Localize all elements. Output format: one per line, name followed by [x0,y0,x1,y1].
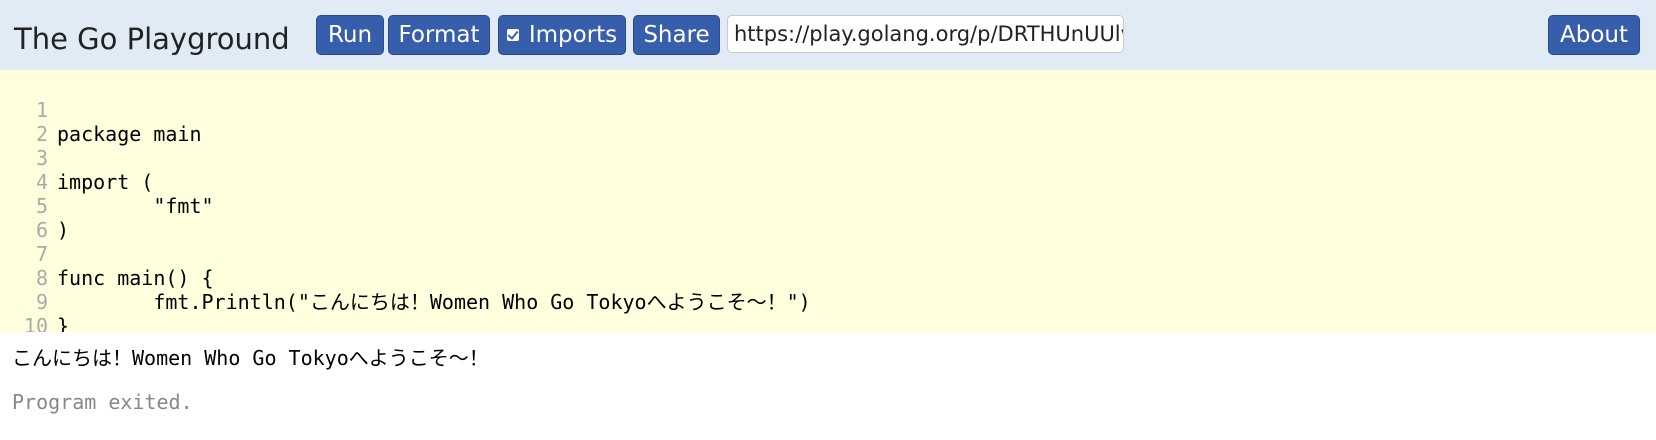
line-number: 10 [23,314,48,332]
code-line: 3 import ( [0,122,153,194]
code-text[interactable]: package main [57,122,202,146]
code-line: 6 [0,194,48,242]
code-text[interactable]: "fmt" [57,194,213,218]
imports-checkbox[interactable] [506,29,519,41]
program-output: こんにちは！Women Who Go Tokyoへようこそ～！ [12,346,489,370]
code-text[interactable]: func main() { [57,266,214,290]
format-button[interactable]: Format [388,15,490,55]
code-line: 5 ) [0,170,69,242]
run-button[interactable]: Run [316,15,384,55]
code-line: 7 func main() { [0,218,214,290]
share-url-field[interactable]: https://play.golang.org/p/DRTHUnUUlv [727,15,1124,53]
header-bar: The Go Playground Run Format Imports Sha… [0,0,1656,70]
output-panel: こんにちは！Women Who Go Tokyoへようこそ～！ Program … [0,332,1656,440]
code-text[interactable]: import ( [57,170,153,194]
code-line: 9 } [0,266,69,332]
code-line: 10 [0,290,48,332]
code-line: 4 "fmt" [0,146,214,218]
program-status: Program exited. [12,390,193,414]
code-text[interactable]: ) [57,218,69,242]
code-line: 2 [0,98,48,146]
code-line: 1 package main [0,74,202,146]
code-line: 8 fmt.Println("こんにちは！Women Who Go Tokyoへ… [0,242,811,314]
imports-label: Imports [528,22,618,48]
about-button[interactable]: About [1548,15,1640,55]
imports-toggle[interactable]: Imports [498,15,626,55]
share-button[interactable]: Share [633,15,720,55]
code-text[interactable]: } [57,314,69,332]
code-editor[interactable]: 1 package main 2 3 import ( 4 "fmt" 5 ) … [0,70,1656,332]
app-title: The Go Playground [14,22,290,56]
code-text[interactable]: fmt.Println("こんにちは！Women Who Go Tokyoへよう… [57,290,810,314]
